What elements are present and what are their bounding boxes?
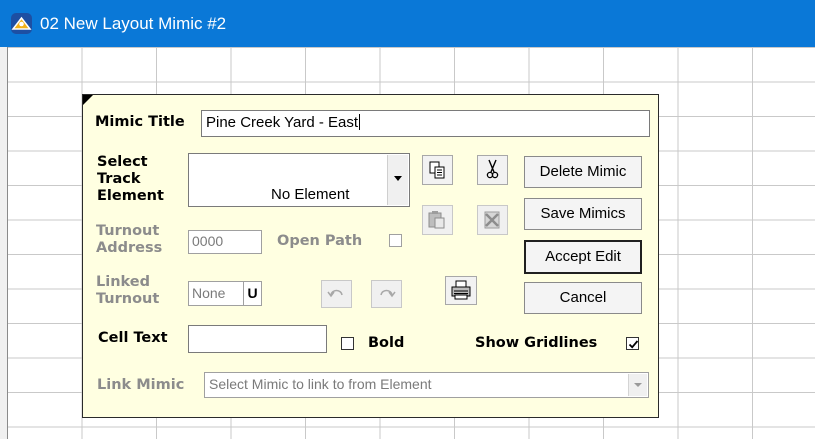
show-gridlines-checkbox[interactable] <box>626 337 639 350</box>
mimic-title-label: Mimic Title <box>95 114 185 130</box>
resize-corner-icon <box>83 95 93 105</box>
chevron-down-icon[interactable] <box>628 374 647 396</box>
copy-icon[interactable] <box>422 155 453 185</box>
checkmark-icon <box>628 340 639 349</box>
mimic-edit-dialog: Mimic Title Pine Creek Yard - East Selec… <box>82 94 659 418</box>
redo-icon[interactable] <box>371 280 402 308</box>
open-path-checkbox[interactable] <box>389 234 402 247</box>
cell-text-input[interactable] <box>188 325 327 353</box>
turnout-address-input[interactable]: 0000 <box>188 230 262 254</box>
app-icon <box>11 13 32 34</box>
turnout-address-label: Turnout Address <box>96 223 163 256</box>
linked-turnout-value: None <box>192 285 226 301</box>
cell-text-label: Cell Text <box>98 330 168 346</box>
mimic-title-input[interactable]: Pine Creek Yard - East <box>201 110 650 137</box>
printer-icon[interactable] <box>445 276 477 305</box>
window-title: 02 New Layout Mimic #2 <box>40 14 227 33</box>
track-element-select[interactable]: No Element <box>188 153 410 207</box>
text-cursor <box>359 114 361 130</box>
window-left-border <box>0 47 8 439</box>
unit-toggle[interactable]: U <box>243 282 261 305</box>
show-gridlines-label: Show Gridlines <box>475 335 598 351</box>
link-mimic-select[interactable]: Select Mimic to link to from Element <box>204 372 649 398</box>
link-mimic-label: Link Mimic <box>97 377 185 393</box>
title-bar[interactable]: 02 New Layout Mimic #2 <box>0 0 815 47</box>
open-path-label: Open Path <box>277 233 363 249</box>
track-element-value: No Element <box>271 186 350 203</box>
linked-turnout-input[interactable]: None U <box>188 281 262 306</box>
select-track-element-label: Select Track Element <box>97 154 164 204</box>
mimic-title-value: Pine Creek Yard - East <box>206 114 359 131</box>
chevron-down-icon[interactable] <box>387 155 408 205</box>
accept-edit-button[interactable]: Accept Edit <box>524 240 642 274</box>
cancel-button[interactable]: Cancel <box>524 282 642 314</box>
linked-turnout-label: Linked Turnout <box>96 274 160 307</box>
bold-checkbox[interactable] <box>341 337 354 350</box>
delete-icon[interactable] <box>477 205 508 235</box>
delete-mimic-button[interactable]: Delete Mimic <box>524 156 642 188</box>
undo-icon[interactable] <box>321 280 352 308</box>
paste-icon[interactable] <box>422 205 453 235</box>
save-mimics-button[interactable]: Save Mimics <box>524 198 642 230</box>
cut-icon[interactable] <box>477 155 508 185</box>
bold-label: Bold <box>368 335 405 351</box>
link-mimic-placeholder: Select Mimic to link to from Element <box>209 376 432 392</box>
